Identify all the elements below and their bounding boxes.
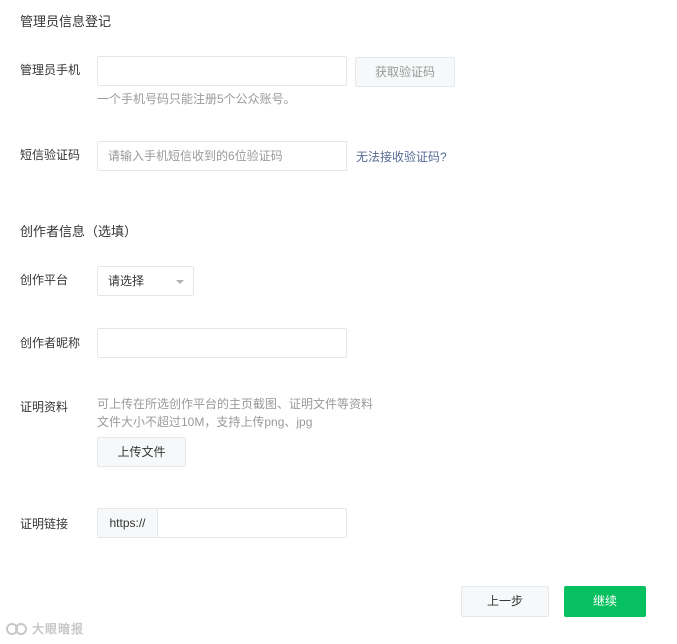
platform-selected-value: 请选择 bbox=[108, 274, 145, 288]
platform-select[interactable]: 请选择 bbox=[97, 266, 194, 296]
proof-link-label: 证明链接 bbox=[20, 517, 69, 531]
chevron-down-icon bbox=[176, 280, 184, 284]
sms-code-input[interactable] bbox=[97, 141, 347, 171]
watermark: 大眼暗报 bbox=[6, 620, 84, 637]
sms-code-label: 短信验证码 bbox=[20, 148, 81, 162]
nickname-input[interactable] bbox=[97, 328, 347, 358]
get-code-button[interactable]: 获取验证码 bbox=[355, 57, 455, 87]
proof-link-field: https:// bbox=[97, 508, 347, 538]
platform-label: 创作平台 bbox=[20, 273, 69, 287]
proof-label: 证明资料 bbox=[20, 400, 69, 414]
sms-help-link[interactable]: 无法接收验证码? bbox=[356, 148, 447, 165]
proof-hint-2: 文件大小不超过10M，支持上传png、jpg bbox=[97, 415, 313, 429]
upload-file-button[interactable]: 上传文件 bbox=[97, 437, 186, 467]
admin-phone-input[interactable] bbox=[97, 56, 347, 86]
continue-button[interactable]: 继续 bbox=[564, 586, 646, 617]
phone-hint: 一个手机号码只能注册5个公众账号。 bbox=[97, 92, 296, 106]
https-prefix: https:// bbox=[98, 509, 158, 537]
admin-phone-label: 管理员手机 bbox=[20, 63, 81, 77]
watermark-text: 大眼暗报 bbox=[32, 622, 85, 636]
nickname-label: 创作者昵称 bbox=[20, 336, 81, 350]
watermark-logo-icon bbox=[6, 622, 27, 635]
admin-section-title: 管理员信息登记 bbox=[20, 14, 112, 29]
creator-section-title: 创作者信息（选填） bbox=[20, 224, 138, 239]
proof-link-input[interactable] bbox=[158, 509, 346, 537]
proof-hint-1: 可上传在所选创作平台的主页截图、证明文件等资料 bbox=[97, 397, 374, 411]
prev-step-button[interactable]: 上一步 bbox=[461, 586, 549, 617]
